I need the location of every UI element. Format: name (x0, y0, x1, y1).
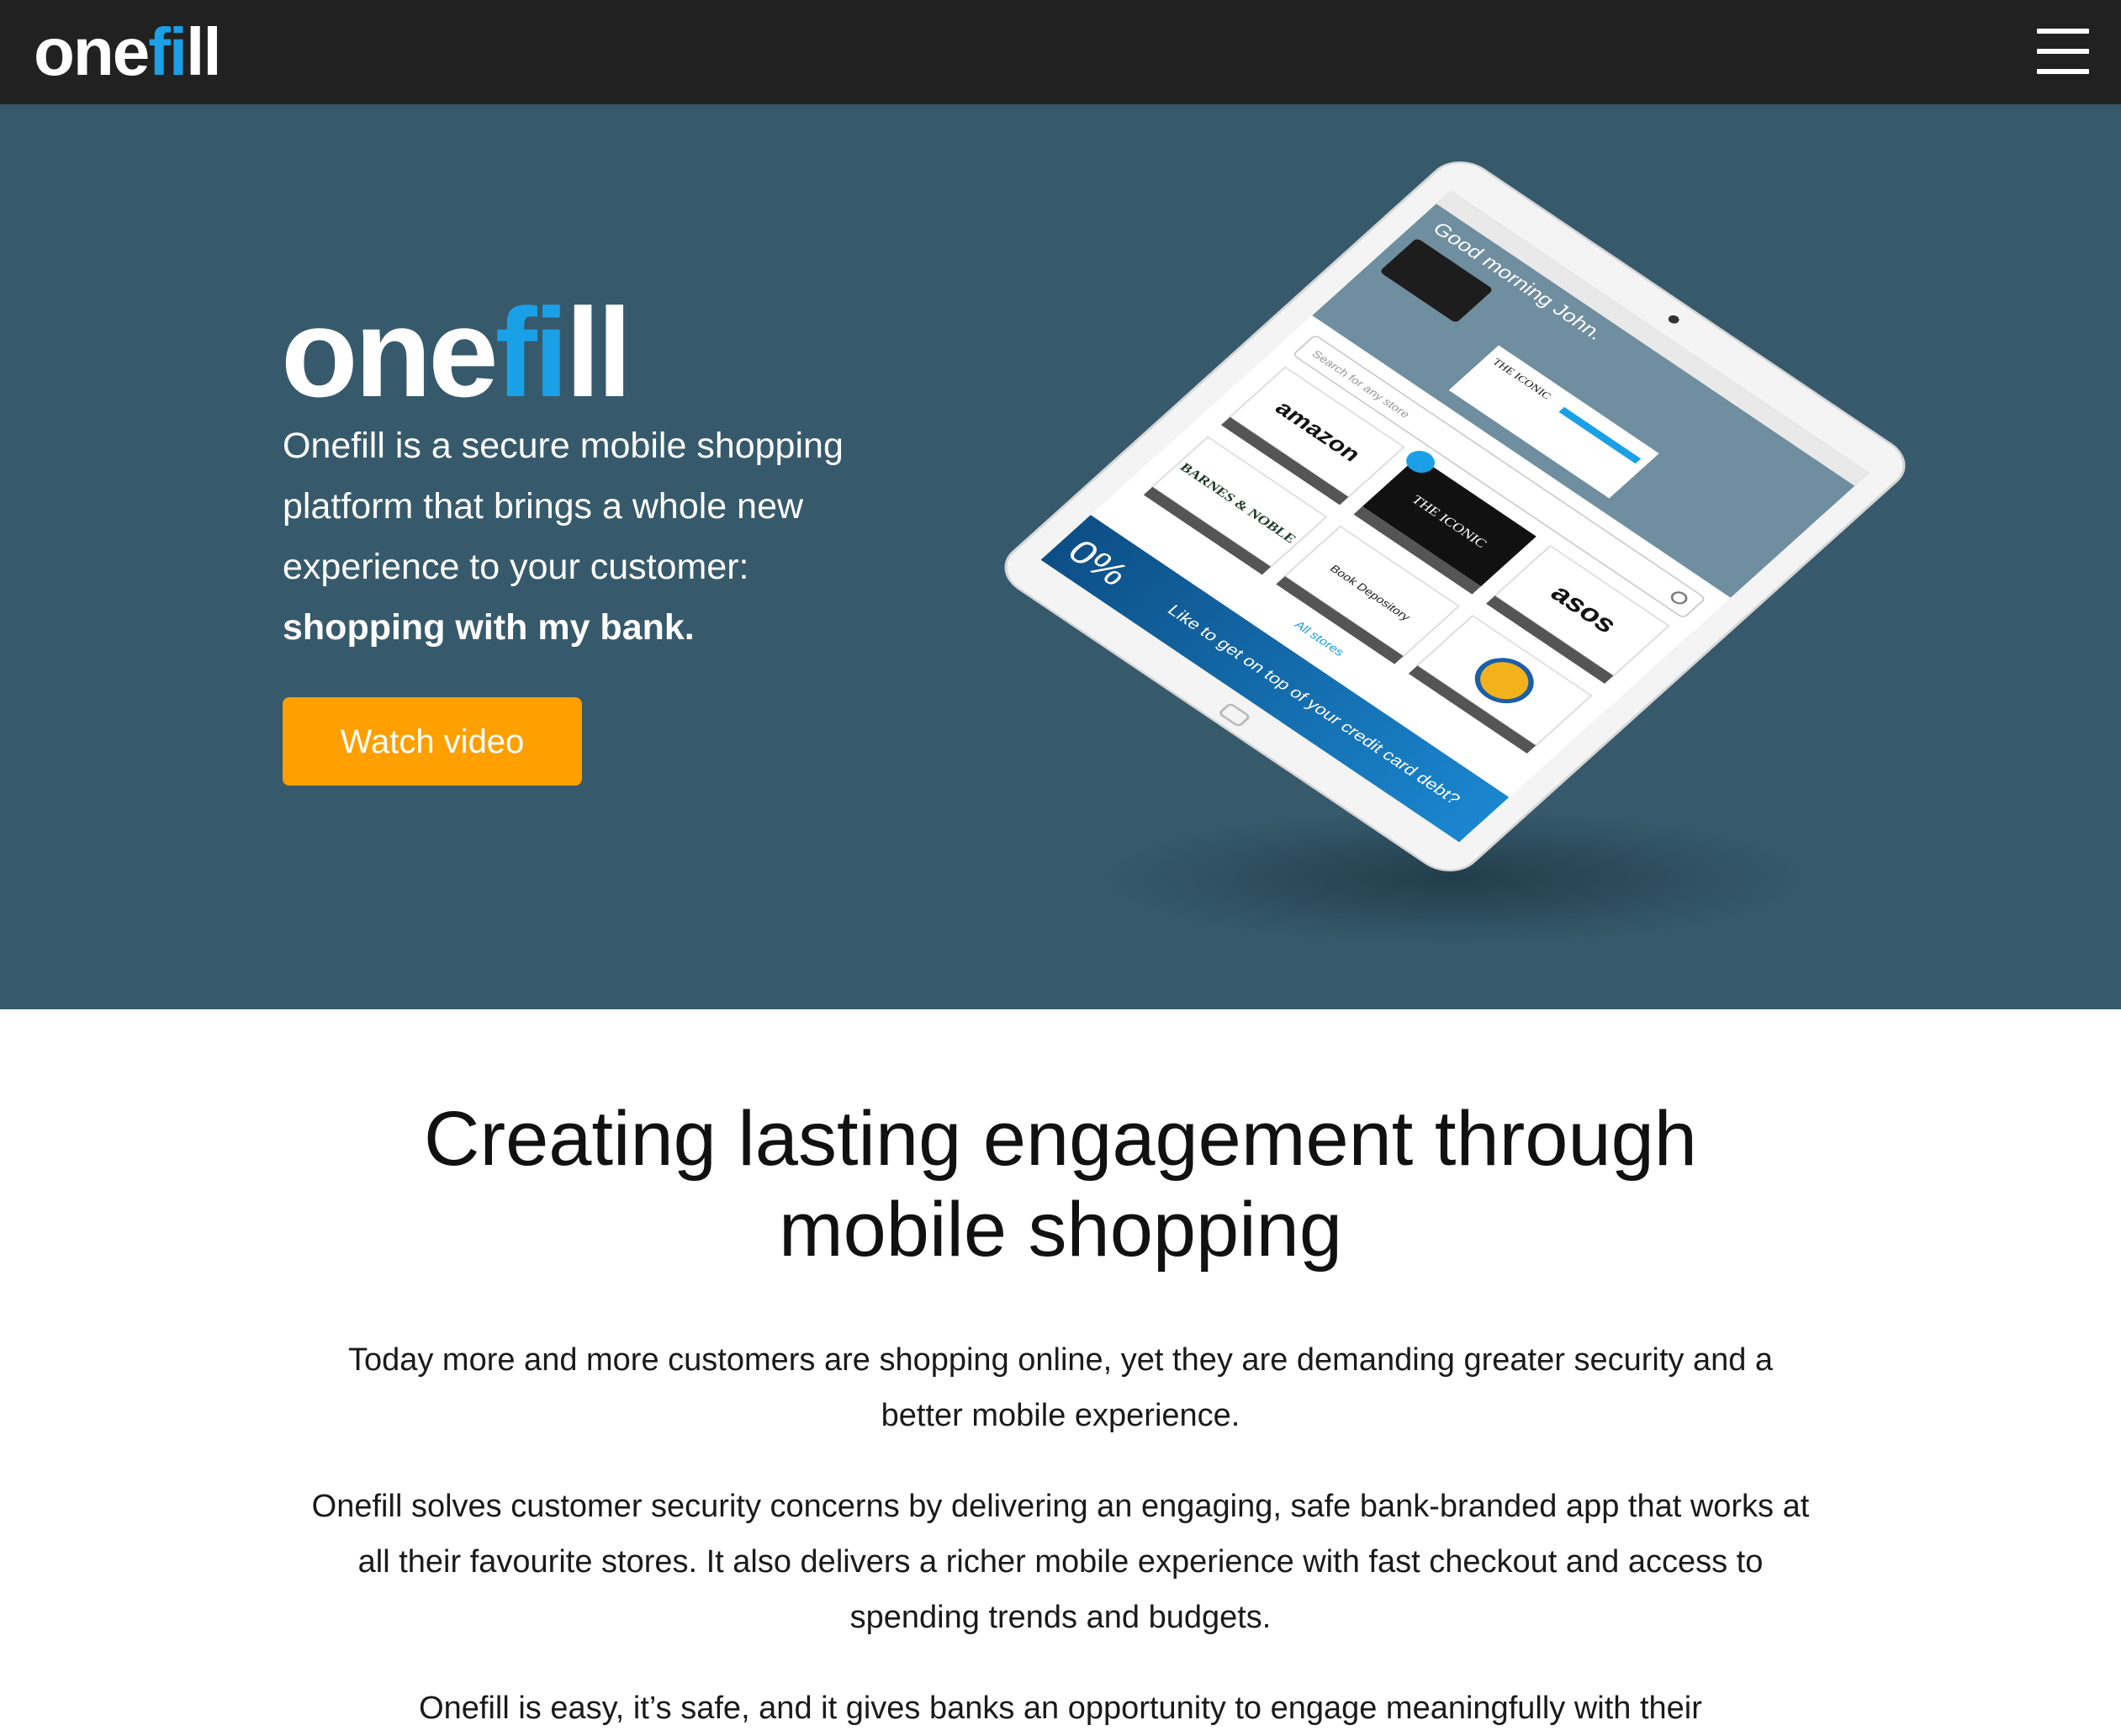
watch-video-button[interactable]: Watch video (283, 697, 582, 786)
menu-bar-middle (2037, 49, 2089, 54)
tablet-device: Good morning John. THE ICONIC Search for… (1004, 161, 1906, 872)
paragraph-security-concerns: Onefill solves customer security concern… (311, 1489, 1810, 1635)
menu-bar-top (2037, 29, 2089, 34)
intro-content: Creating lasting engagement through mobi… (0, 1009, 2121, 1731)
tablet-illustration: Good morning John. THE ICONIC Search for… (1004, 161, 1906, 945)
onefill-logo[interactable]: onefill (34, 12, 222, 93)
menu-bar-bottom (2037, 69, 2089, 74)
logo-text-accent: fi (148, 14, 188, 89)
hero-section: onefill Onefill is a secure mobile shopp… (0, 104, 2121, 1009)
headline-line-2: mobile shopping (778, 1187, 1342, 1273)
hero-tagline: shopping with my bank. (283, 607, 695, 648)
paragraph-online-shopping: Today more and more customers are shoppi… (347, 1342, 1774, 1433)
section-headline: Creating lasting engagement through mobi… (220, 1093, 1901, 1275)
headline-line-1: Creating lasting engagement through (424, 1096, 1697, 1182)
hero-intro-text: Onefill is a secure mobile shopping plat… (283, 426, 844, 587)
logo-text-one: one (34, 14, 150, 89)
hero-description: Onefill is a secure mobile shopping plat… (283, 415, 922, 658)
hero-logo-accent: fi (495, 282, 569, 423)
hamburger-menu-icon[interactable] (2037, 29, 2089, 74)
logo-text-tail: ll (186, 14, 221, 89)
top-navbar: onefill (0, 0, 2121, 104)
hero-logo-tail: ll (565, 282, 632, 423)
hero-logo-one: one (281, 282, 499, 423)
hero-onefill-logo: onefill (281, 281, 632, 424)
paragraph-easy-safe: Onefill is easy, it’s safe, and it gives… (419, 1691, 1702, 1726)
